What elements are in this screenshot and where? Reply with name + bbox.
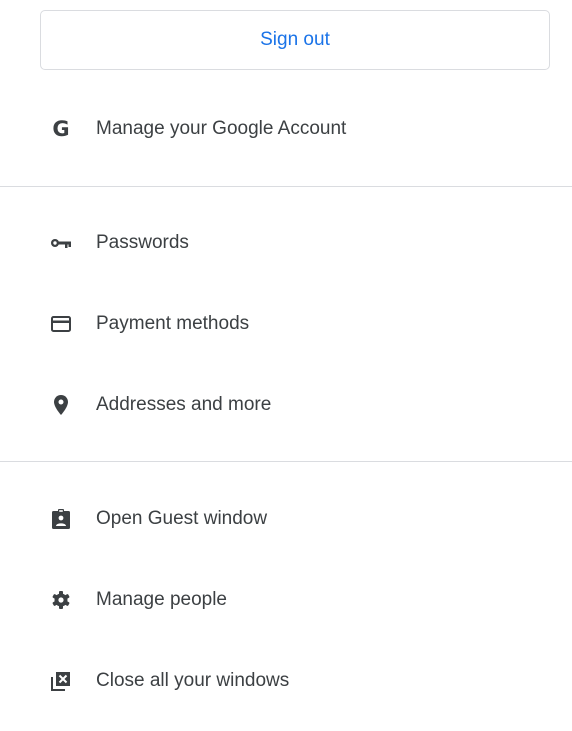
gear-icon (50, 589, 72, 611)
google-g-icon: G (52, 116, 70, 141)
sign-out-label: Sign out (260, 29, 330, 50)
credit-card-icon (50, 313, 72, 335)
addresses-label: Addresses and more (96, 394, 272, 415)
payment-methods-label: Payment methods (96, 313, 250, 334)
manage-people-label: Manage people (96, 589, 227, 610)
open-guest-window-item[interactable]: Open Guest window (0, 491, 572, 547)
open-guest-window-label: Open Guest window (96, 508, 268, 529)
sign-out-button[interactable]: Sign out (40, 10, 550, 70)
close-all-windows-item[interactable]: Close all your windows (0, 653, 572, 709)
manage-google-account-label: Manage your Google Account (96, 118, 347, 139)
close-all-windows-label: Close all your windows (96, 670, 290, 691)
divider (0, 461, 572, 462)
manage-google-account-item[interactable]: G Manage your Google Account (0, 101, 572, 157)
passwords-label: Passwords (96, 232, 189, 253)
profile-menu: Sign out G Manage your Google Account Pa… (0, 0, 572, 731)
key-icon (50, 232, 72, 254)
location-pin-icon (50, 394, 72, 416)
divider (0, 186, 572, 187)
payment-methods-item[interactable]: Payment methods (0, 296, 572, 352)
close-windows-icon (50, 670, 72, 692)
guest-badge-icon (50, 508, 72, 530)
passwords-item[interactable]: Passwords (0, 215, 572, 271)
addresses-item[interactable]: Addresses and more (0, 377, 572, 433)
manage-people-item[interactable]: Manage people (0, 572, 572, 628)
